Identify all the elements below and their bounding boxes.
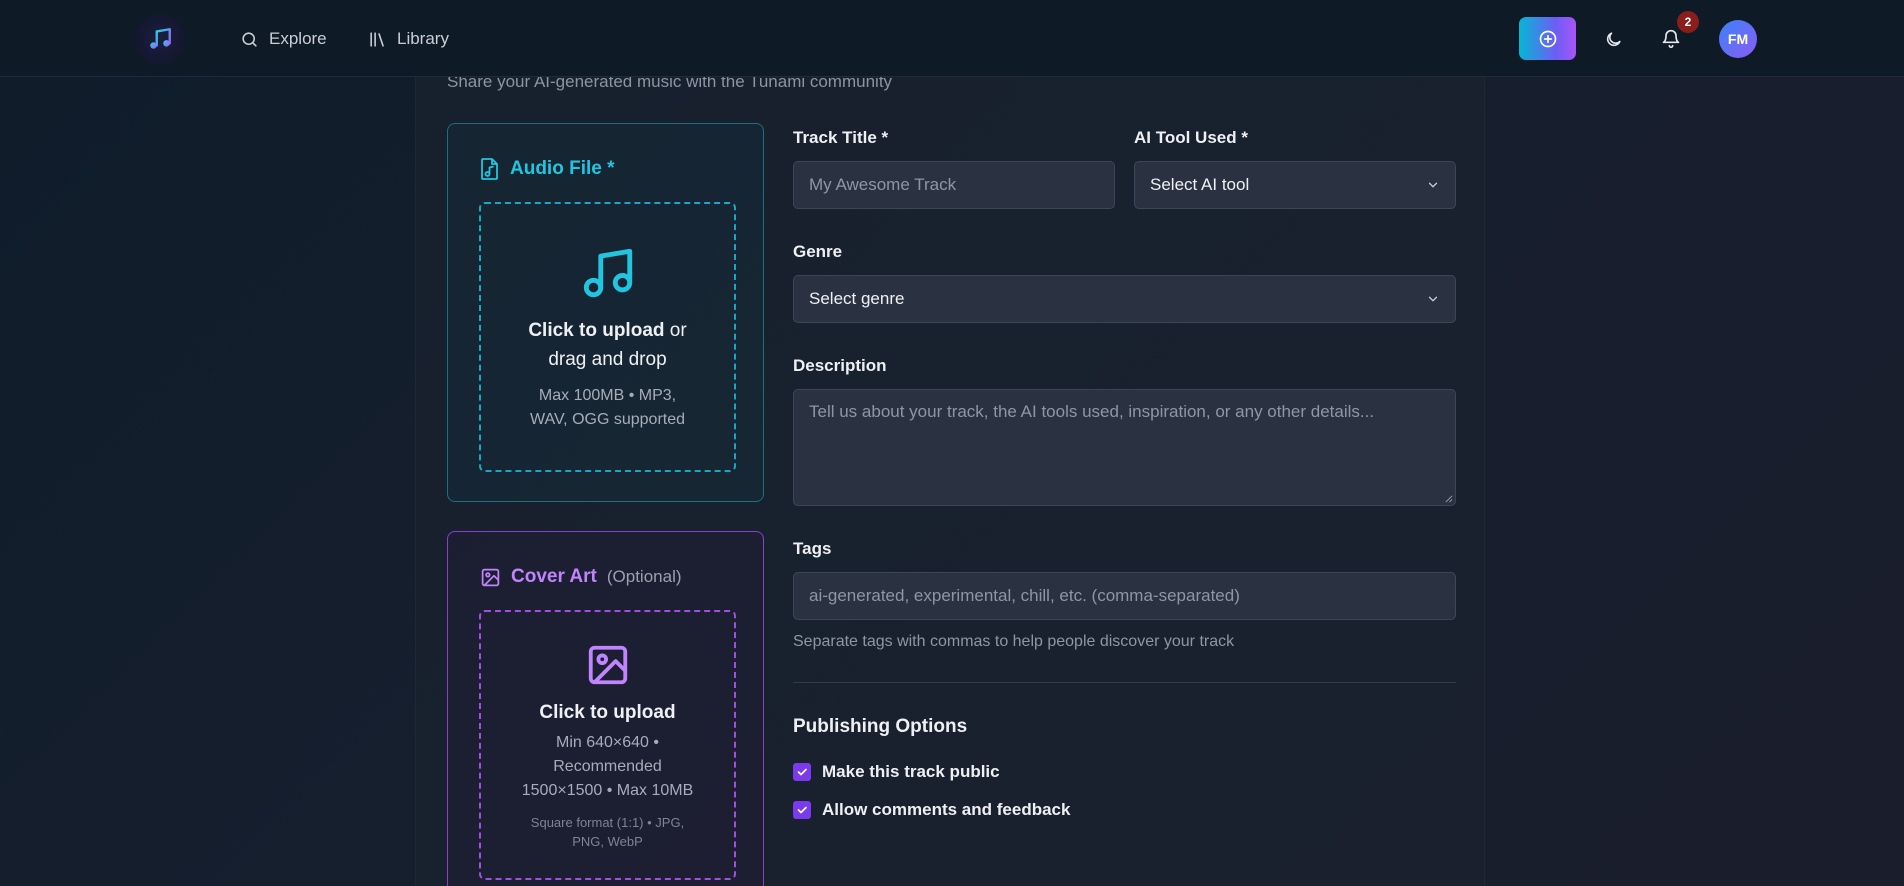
- description-placeholder: Tell us about your track, the AI tools u…: [809, 402, 1375, 421]
- notification-count-badge: 2: [1677, 11, 1699, 33]
- checkmark-icon: [797, 806, 807, 814]
- genre-selected-value: Select genre: [809, 289, 905, 308]
- audio-file-card: Audio File * Click to upload or drag and…: [447, 123, 764, 502]
- ai-tool-label: AI Tool Used *: [1134, 128, 1248, 147]
- description-label: Description: [793, 356, 887, 375]
- cover-art-header: Cover Art (Optional): [480, 566, 682, 588]
- audio-dropzone-title: Click to upload or drag and drop: [481, 316, 734, 374]
- music-note-icon: [150, 28, 171, 49]
- chevron-down-icon: [1428, 296, 1438, 302]
- chevron-down-icon: [1428, 182, 1438, 188]
- cover-format-info: Square format (1:1) • JPG, PNG, WebP: [530, 815, 685, 849]
- publishing-options-title: Publishing Options: [793, 716, 968, 737]
- audio-file-header: Audio File *: [480, 158, 615, 180]
- cover-art-optional: (Optional): [606, 567, 682, 586]
- image-icon: [481, 568, 500, 586]
- audio-dropzone[interactable]: Click to upload or drag and drop Max 100…: [479, 202, 736, 472]
- cover-size-info: Min 640×640 • Recommended 1500×1500 • Ma…: [521, 734, 694, 799]
- cover-art-title: Cover Art: [511, 566, 597, 587]
- cover-art-card: Cover Art (Optional) Click to upload Min…: [447, 531, 764, 886]
- cover-dropzone-title: Click to upload: [481, 698, 734, 727]
- logo-button[interactable]: [135, 14, 185, 64]
- cover-click-to-upload: Click to upload: [539, 702, 676, 723]
- create-track-button[interactable]: [1519, 17, 1576, 60]
- genre-label: Genre: [793, 242, 843, 261]
- top-navigation-bar: Explore Library 2 FM: [0, 0, 1904, 77]
- cover-art-dropzone[interactable]: Click to upload Min 640×640 • Recommende…: [479, 610, 736, 880]
- nav-explore-label: Explore: [269, 29, 327, 48]
- track-title-label: Track Title *: [793, 128, 889, 147]
- ai-tool-select[interactable]: Select AI tool: [1134, 161, 1456, 209]
- moon-icon: [1606, 31, 1621, 46]
- allow-comments-label: Allow comments and feedback: [822, 800, 1071, 819]
- description-textarea[interactable]: Tell us about your track, the AI tools u…: [793, 389, 1456, 506]
- tags-input[interactable]: ai-generated, experimental, chill, etc. …: [793, 572, 1456, 620]
- allow-comments-checkbox[interactable]: [793, 801, 811, 819]
- image-icon: [588, 645, 627, 685]
- audio-click-to-upload: Click to upload: [528, 320, 665, 341]
- audio-format-info: Max 100MB • MP3, WAV, OGG supported: [529, 387, 686, 428]
- make-public-checkbox[interactable]: [793, 763, 811, 781]
- allow-comments-option[interactable]: Allow comments and feedback: [793, 800, 1070, 820]
- make-public-label: Make this track public: [822, 762, 1000, 781]
- nav-library-link[interactable]: Library: [368, 24, 449, 54]
- search-icon: [242, 31, 257, 47]
- user-avatar[interactable]: FM: [1719, 20, 1757, 58]
- resize-handle-icon[interactable]: [1444, 494, 1453, 503]
- tags-label: Tags: [793, 539, 832, 558]
- section-divider: [793, 682, 1456, 683]
- bell-icon: [1662, 29, 1680, 49]
- music-note-icon: [583, 248, 632, 298]
- theme-toggle-button[interactable]: [1596, 22, 1630, 56]
- nav-library-label: Library: [397, 29, 449, 48]
- make-public-option[interactable]: Make this track public: [793, 762, 1000, 782]
- checkmark-icon: [797, 768, 807, 776]
- plus-circle-icon: [1539, 30, 1556, 47]
- tags-hint: Separate tags with commas to help people…: [793, 633, 1235, 650]
- audio-file-icon: [481, 158, 498, 180]
- genre-select[interactable]: Select genre: [793, 275, 1456, 323]
- track-title-input[interactable]: My Awesome Track: [793, 161, 1115, 209]
- audio-file-title: Audio File *: [510, 158, 615, 179]
- ai-tool-selected-value: Select AI tool: [1150, 175, 1250, 194]
- library-icon: [370, 31, 384, 47]
- nav-explore-link[interactable]: Explore: [240, 24, 327, 54]
